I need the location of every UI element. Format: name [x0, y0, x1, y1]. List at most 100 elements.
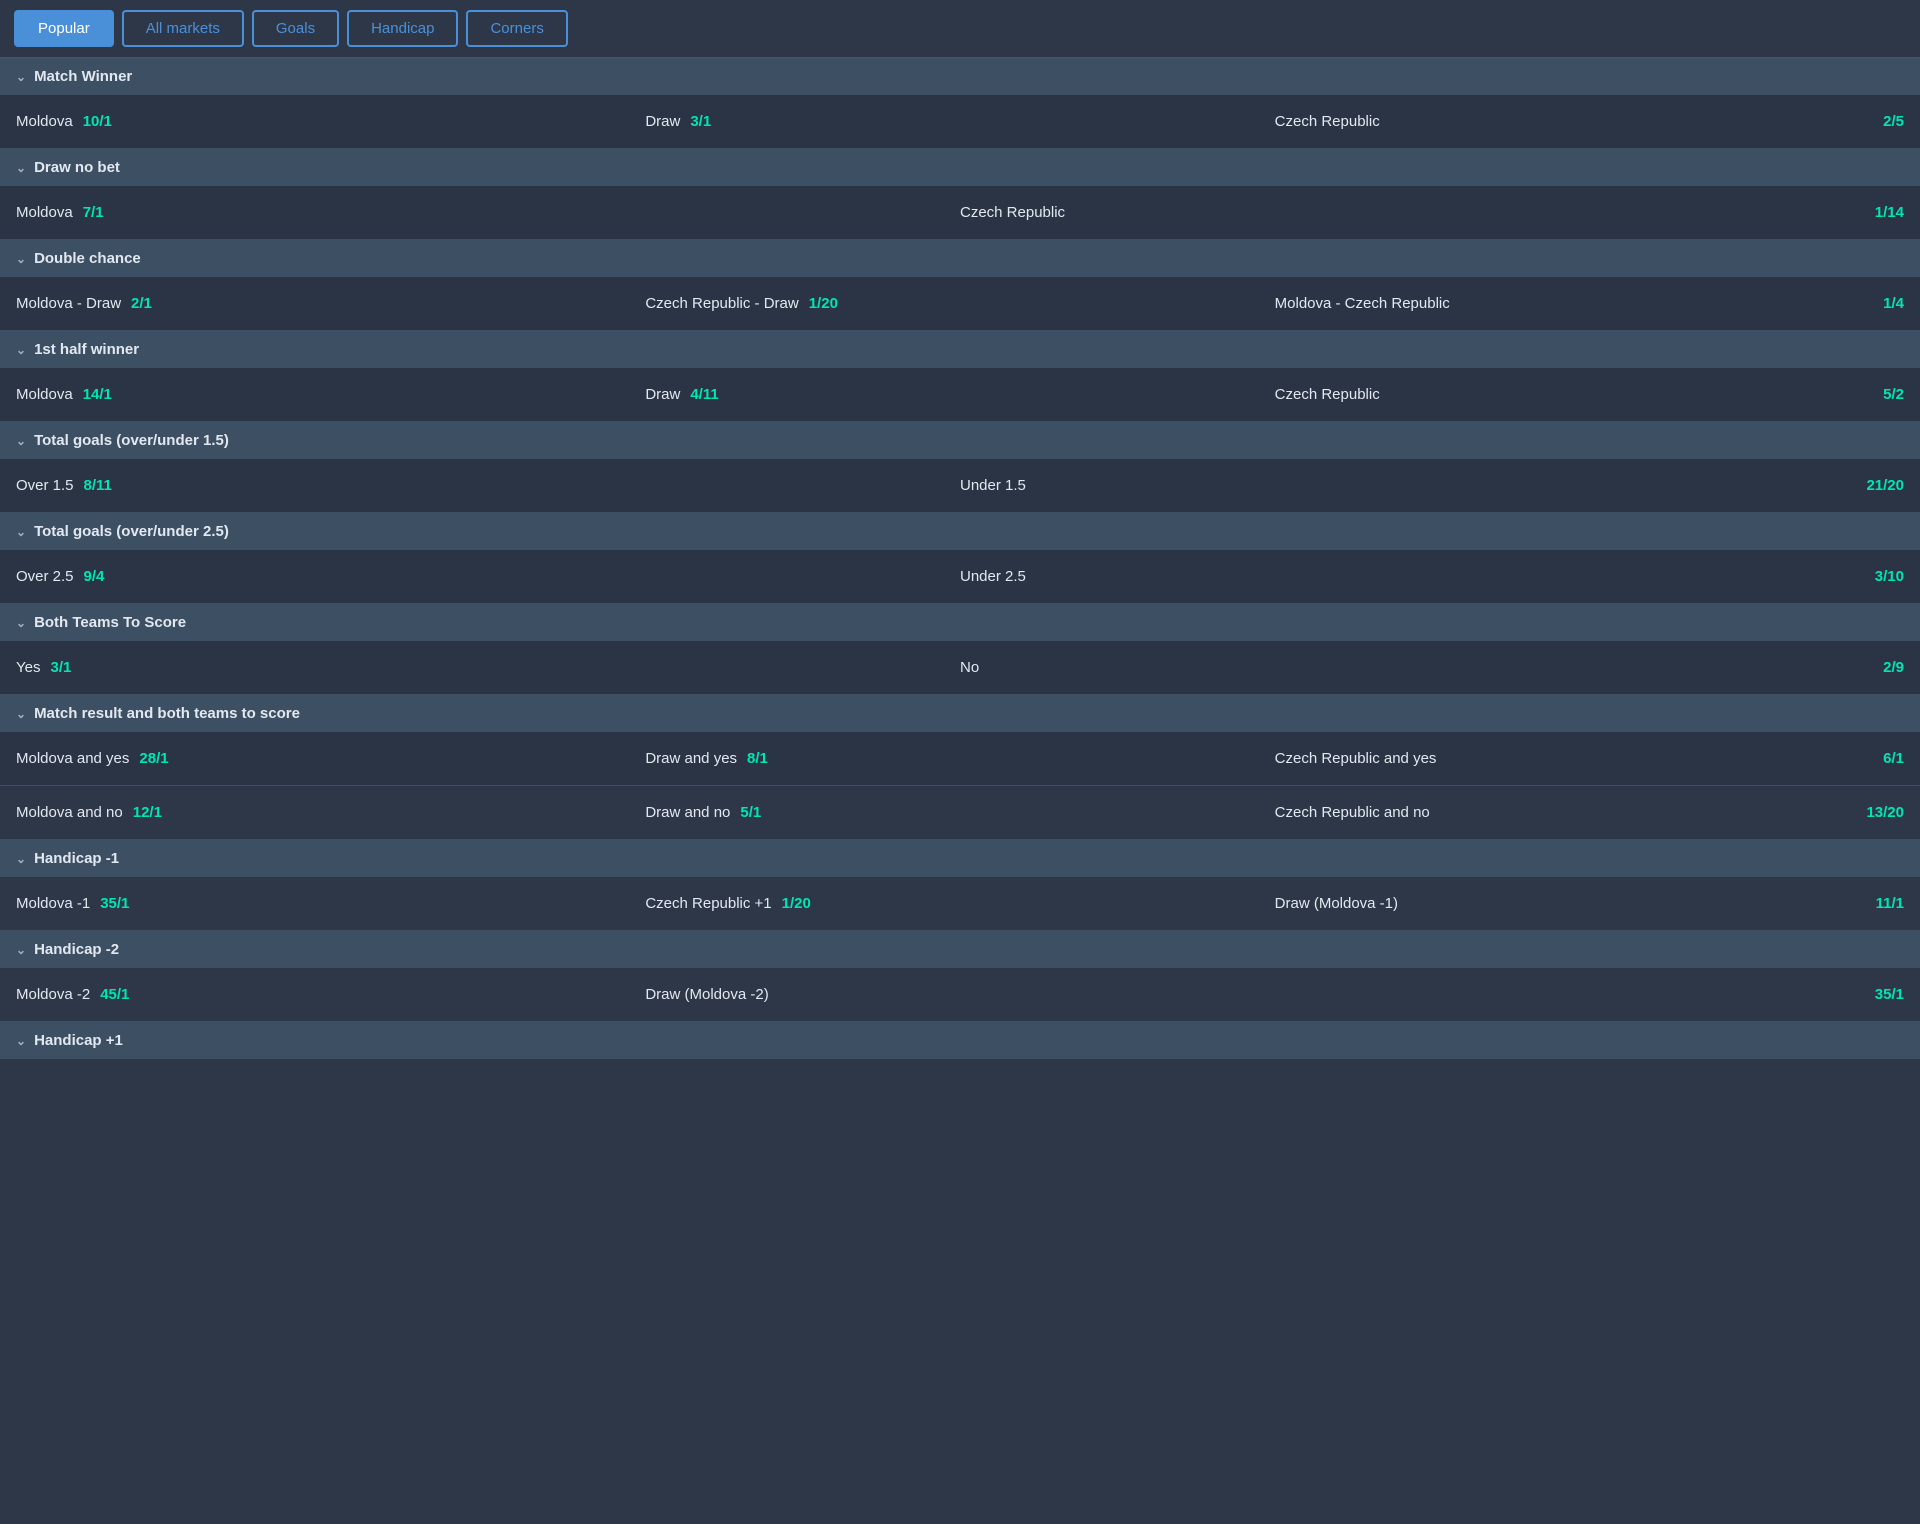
odds-value[interactable]: 45/1 [100, 986, 129, 1003]
odds-value[interactable]: 3/1 [50, 659, 71, 676]
col-right: Under 2.5 3/10 [960, 568, 1904, 585]
odds-value[interactable]: 1/4 [1883, 295, 1904, 312]
odds-value[interactable]: 3/1 [690, 113, 711, 130]
section-header-both-teams-to-score[interactable]: ⌄Both Teams To Score [0, 604, 1920, 641]
col-center: Draw and no 5/1 [645, 804, 1274, 821]
col-right: Czech Republic 5/2 [1275, 386, 1904, 403]
section-header-1st-half-winner[interactable]: ⌄ 1st half winner [0, 331, 1920, 368]
chevron-icon: ⌄ [16, 943, 26, 957]
odds-value[interactable]: 35/1 [1875, 986, 1904, 1003]
col-right: No 2/9 [960, 659, 1904, 676]
col-left: Over 1.5 8/11 [16, 477, 960, 494]
tab-bar: PopularAll marketsGoalsHandicapCorners [0, 0, 1920, 58]
chevron-icon: ⌄ [16, 343, 26, 357]
col-right: Moldova - Czech Republic 1/4 [1275, 295, 1904, 312]
market-row: Moldova -2 45/1 Draw (Moldova -2) 35/1 [0, 968, 1920, 1022]
col-left: Moldova and yes 28/1 [16, 750, 645, 767]
odds-value[interactable]: 11/1 [1876, 895, 1904, 912]
col-center: Draw (Moldova -2) [645, 986, 1274, 1003]
odds-value[interactable]: 1/20 [782, 895, 811, 912]
odds-value[interactable]: 9/4 [84, 568, 105, 585]
selection-label: Yes [16, 659, 40, 676]
selection-label: Moldova -2 [16, 986, 90, 1003]
tab-goals[interactable]: Goals [252, 10, 339, 47]
section-header-draw-no-bet[interactable]: ⌄Draw no bet [0, 149, 1920, 186]
odds-value[interactable]: 8/11 [84, 477, 112, 494]
section-header-double-chance[interactable]: ⌄Double chance [0, 240, 1920, 277]
selection-label: Moldova [16, 113, 73, 130]
selection-label: Moldova and yes [16, 750, 129, 767]
col-right: Czech Republic 1/14 [960, 204, 1904, 221]
odds-value[interactable]: 7/1 [83, 204, 104, 221]
market-row: Yes 3/1 No 2/9 [0, 641, 1920, 695]
chevron-icon: ⌄ [16, 1034, 26, 1048]
odds-value[interactable]: 21/20 [1866, 477, 1904, 494]
selection-label: Moldova - Czech Republic [1275, 295, 1450, 312]
col-center: Draw and yes 8/1 [645, 750, 1274, 767]
tab-handicap[interactable]: Handicap [347, 10, 458, 47]
selection-label: Under 1.5 [960, 477, 1026, 494]
odds-value[interactable]: 10/1 [83, 113, 112, 130]
odds-value[interactable]: 3/10 [1875, 568, 1904, 585]
odds-value[interactable]: 4/11 [690, 386, 718, 403]
odds-value[interactable]: 14/1 [83, 386, 112, 403]
selection-label: Draw [645, 386, 680, 403]
selection-label: Czech Republic [960, 204, 1065, 221]
odds-value[interactable]: 1/14 [1875, 204, 1904, 221]
odds-value[interactable]: 1/20 [809, 295, 838, 312]
col-right: Czech Republic and yes 6/1 [1275, 750, 1904, 767]
markets-container: ⌄Match Winner Moldova 10/1 Draw 3/1 Czec… [0, 58, 1920, 1059]
odds-value[interactable]: 2/5 [1883, 113, 1904, 130]
market-row: Over 2.5 9/4 Under 2.5 3/10 [0, 550, 1920, 604]
odds-value[interactable]: 35/1 [100, 895, 129, 912]
odds-value[interactable]: 13/20 [1866, 804, 1904, 821]
market-row: Moldova and no 12/1 Draw and no 5/1 Czec… [0, 786, 1920, 840]
chevron-icon: ⌄ [16, 616, 26, 630]
col-center: Draw 3/1 [645, 113, 1274, 130]
odds-value[interactable]: 8/1 [747, 750, 768, 767]
selection-label: Draw (Moldova -1) [1275, 895, 1398, 912]
tab-corners[interactable]: Corners [466, 10, 567, 47]
odds-value[interactable]: 2/9 [1883, 659, 1904, 676]
market-row: Moldova and yes 28/1 Draw and yes 8/1 Cz… [0, 732, 1920, 786]
selection-label: Moldova [16, 386, 73, 403]
section-title: Match result and both teams to score [34, 705, 300, 722]
section-header-match-result-both-teams[interactable]: ⌄Match result and both teams to score [0, 695, 1920, 732]
selection-label: Czech Republic +1 [645, 895, 771, 912]
tab-all-markets[interactable]: All markets [122, 10, 244, 47]
selection-label: Czech Republic and yes [1275, 750, 1437, 767]
selection-label: Draw and yes [645, 750, 737, 767]
section-header-handicap-plus-1[interactable]: ⌄Handicap +1 [0, 1022, 1920, 1059]
section-header-total-goals-2.5[interactable]: ⌄Total goals (over/under 2.5) [0, 513, 1920, 550]
selection-label: Czech Republic and no [1275, 804, 1430, 821]
chevron-icon: ⌄ [16, 70, 26, 84]
odds-value[interactable]: 12/1 [133, 804, 162, 821]
tab-popular[interactable]: Popular [14, 10, 114, 47]
col-left: Moldova 14/1 [16, 386, 645, 403]
selection-label: Over 2.5 [16, 568, 74, 585]
col-center: Draw 4/11 [645, 386, 1274, 403]
col-left: Moldova -1 35/1 [16, 895, 645, 912]
section-title: 1st half winner [34, 341, 139, 358]
section-header-handicap-minus-2[interactable]: ⌄Handicap -2 [0, 931, 1920, 968]
odds-value[interactable]: 28/1 [139, 750, 168, 767]
section-header-total-goals-1.5[interactable]: ⌄Total goals (over/under 1.5) [0, 422, 1920, 459]
chevron-icon: ⌄ [16, 525, 26, 539]
col-right: Draw (Moldova -1) 11/1 [1275, 895, 1904, 912]
section-header-match-winner[interactable]: ⌄Match Winner [0, 58, 1920, 95]
col-left: Moldova -2 45/1 [16, 986, 645, 1003]
section-title: Draw no bet [34, 159, 120, 176]
col-left: Moldova - Draw 2/1 [16, 295, 645, 312]
market-row: Moldova 14/1 Draw 4/11 Czech Republic 5/… [0, 368, 1920, 422]
odds-value[interactable]: 6/1 [1883, 750, 1904, 767]
selection-label: Draw [645, 113, 680, 130]
chevron-icon: ⌄ [16, 434, 26, 448]
odds-value[interactable]: 2/1 [131, 295, 152, 312]
odds-value[interactable]: 5/2 [1883, 386, 1904, 403]
odds-value[interactable]: 5/1 [740, 804, 761, 821]
selection-label: Czech Republic [1275, 386, 1380, 403]
col-right: Under 1.5 21/20 [960, 477, 1904, 494]
selection-label: Czech Republic [1275, 113, 1380, 130]
col-left: Yes 3/1 [16, 659, 960, 676]
section-header-handicap-minus-1[interactable]: ⌄Handicap -1 [0, 840, 1920, 877]
